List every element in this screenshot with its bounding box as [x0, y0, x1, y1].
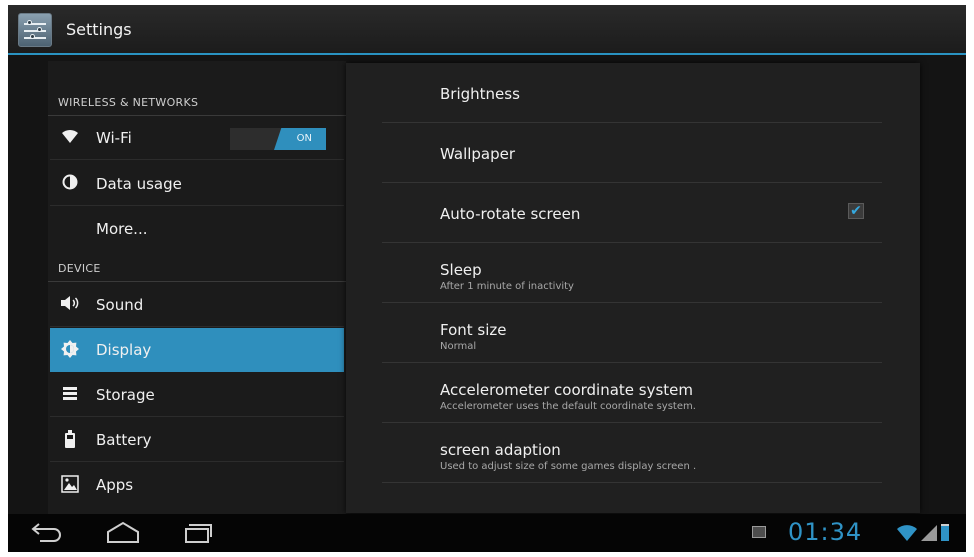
sidebar-item-sound[interactable]: Sound [50, 283, 344, 327]
action-bar: Settings [8, 5, 966, 55]
speaker-icon [60, 295, 80, 315]
setting-sleep[interactable]: Sleep After 1 minute of inactivity [382, 243, 882, 303]
back-icon[interactable] [28, 520, 64, 546]
setting-title: screen adaption [440, 441, 561, 459]
setting-auto-rotate[interactable]: Auto-rotate screen ✔ [382, 183, 882, 243]
wifi-signal-icon [896, 522, 918, 542]
setting-title: Accelerometer coordinate system [440, 381, 694, 399]
setting-summary: Used to adjust size of some games displa… [440, 461, 697, 472]
sidebar-item-more[interactable]: More... [50, 207, 344, 251]
tablet-screen: Settings WIRELESS & NETWORKS Wi-Fi ON Da… [8, 5, 966, 552]
sidebar-item-label: Storage [96, 386, 155, 404]
sidebar-item-label: Battery [96, 431, 152, 449]
wifi-icon [60, 128, 80, 148]
apps-icon [60, 475, 80, 495]
setting-summary: Normal [440, 341, 477, 352]
sidebar-item-data-usage[interactable]: Data usage [50, 162, 344, 206]
toggle-state-label: ON [296, 133, 312, 144]
sidebar-item-label: Display [96, 341, 152, 359]
sidebar-item-label: More... [96, 220, 148, 238]
sidebar-item-label: Sound [96, 296, 144, 314]
sidebar-item-label: Wi-Fi [96, 129, 132, 147]
sidebar-item-battery[interactable]: Battery [50, 418, 344, 462]
home-icon[interactable] [103, 520, 143, 546]
recent-apps-icon[interactable] [178, 520, 214, 546]
section-divider [48, 281, 346, 282]
settings-app-icon[interactable] [18, 13, 52, 47]
setting-wallpaper[interactable]: Wallpaper [382, 123, 882, 183]
setting-screen-adaption[interactable]: screen adaption Used to adjust size of s… [382, 423, 882, 483]
sidebar-item-storage[interactable]: Storage [50, 373, 344, 417]
section-header-device: DEVICE [58, 262, 101, 275]
setting-title: Sleep [440, 261, 482, 279]
app-title: Settings [66, 20, 132, 39]
setting-title: Brightness [440, 85, 520, 103]
auto-rotate-checkbox[interactable]: ✔ [848, 203, 864, 219]
battery-icon [60, 430, 80, 450]
screenshot-notification-icon[interactable] [752, 526, 766, 538]
setting-summary: Accelerometer uses the default coordinat… [440, 401, 696, 412]
section-header-wireless: WIRELESS & NETWORKS [58, 96, 199, 109]
brightness-icon [60, 340, 80, 360]
storage-icon [60, 385, 80, 405]
sidebar-item-label: Apps [96, 476, 134, 494]
system-navigation-bar: 01:34 [8, 514, 966, 552]
wifi-toggle[interactable]: ON [230, 128, 326, 150]
sidebar-item-label: Data usage [96, 175, 182, 193]
setting-accelerometer[interactable]: Accelerometer coordinate system Accelero… [382, 363, 882, 423]
setting-brightness[interactable]: Brightness [382, 63, 882, 123]
setting-title: Wallpaper [440, 145, 516, 163]
battery-status-icon [941, 524, 949, 541]
setting-font-size[interactable]: Font size Normal [382, 303, 882, 363]
setting-title: Font size [440, 321, 507, 339]
clock[interactable]: 01:34 [788, 518, 862, 546]
sidebar-item-apps[interactable]: Apps [50, 463, 344, 507]
setting-title: Auto-rotate screen [440, 205, 581, 223]
data-usage-icon [60, 174, 80, 194]
display-settings-panel: Brightness Wallpaper Auto-rotate screen … [346, 63, 920, 513]
cell-signal-icon [920, 522, 938, 542]
setting-summary: After 1 minute of inactivity [440, 281, 574, 292]
sidebar-item-display[interactable]: Display [50, 328, 344, 372]
sidebar-item-wifi[interactable]: Wi-Fi ON [50, 116, 344, 160]
